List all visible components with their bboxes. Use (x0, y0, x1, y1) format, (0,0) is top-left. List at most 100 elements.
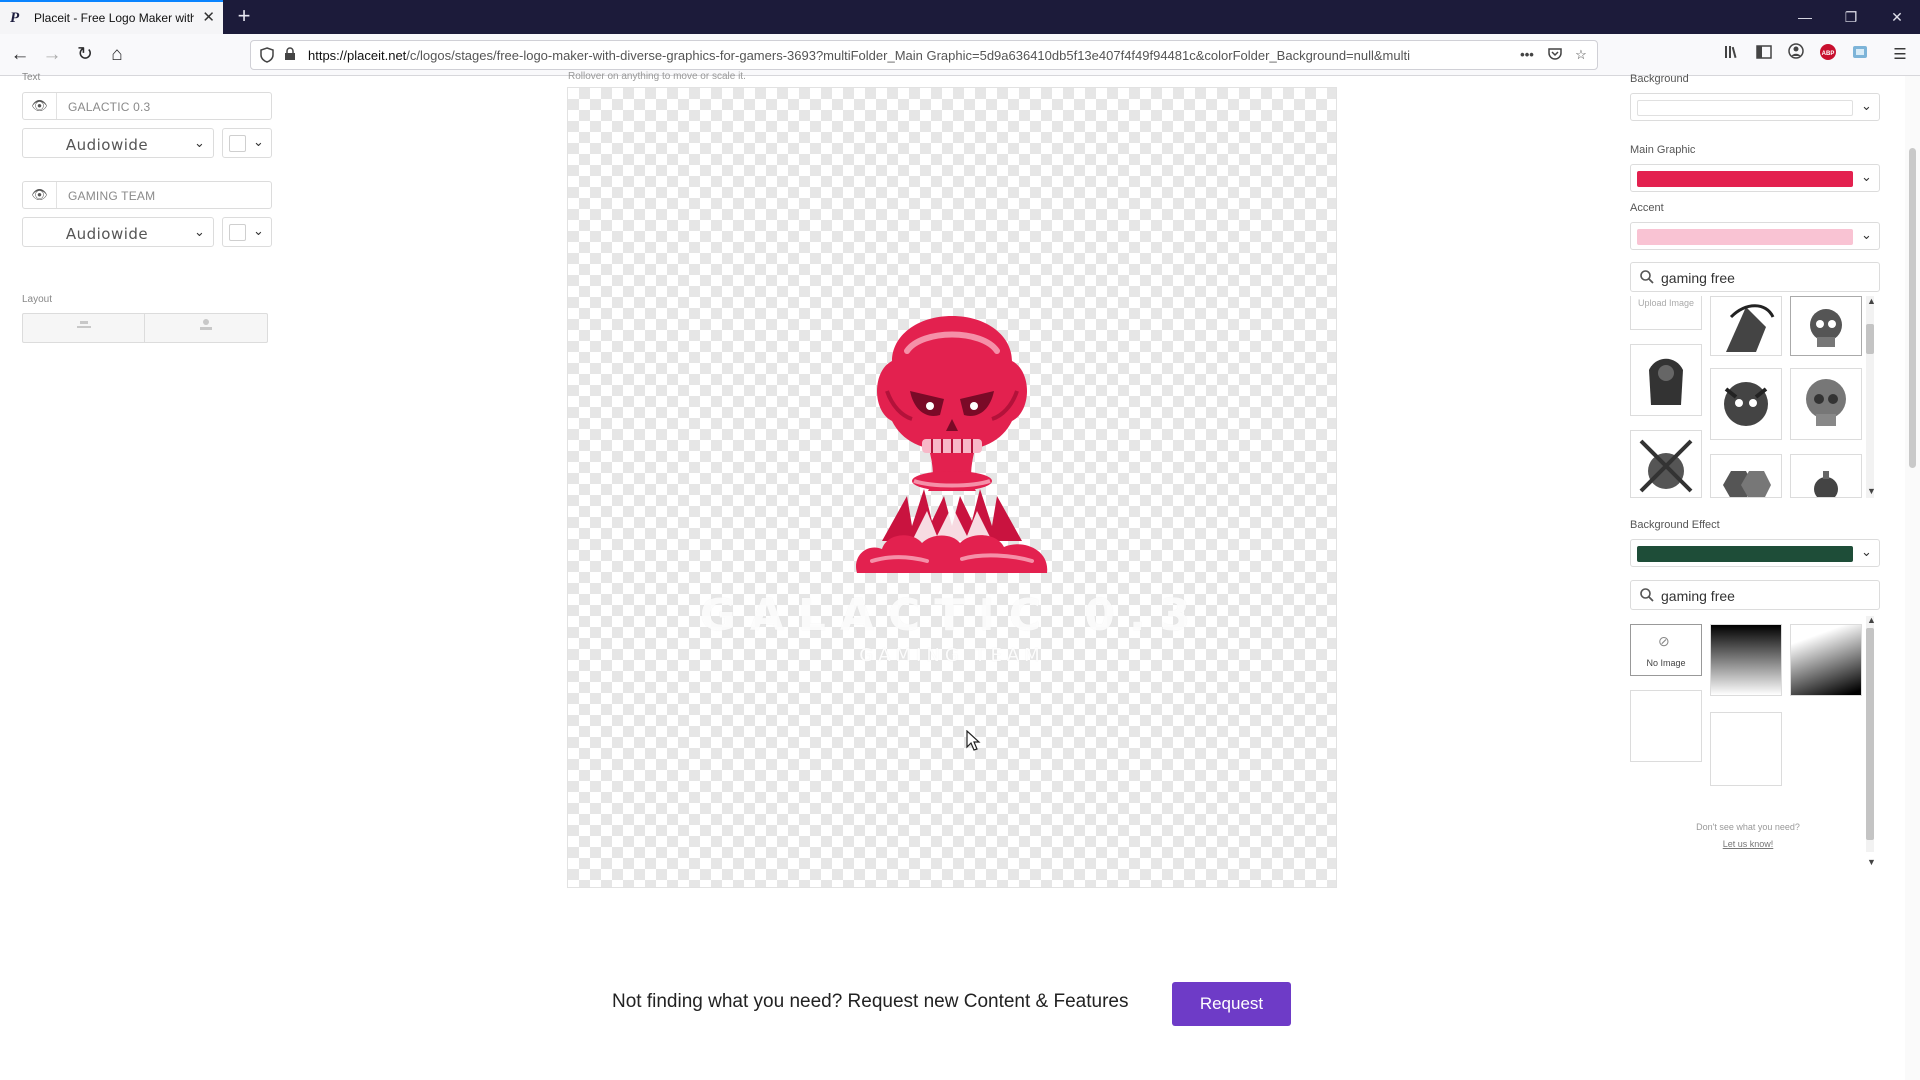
layout-option-stacked[interactable] (23, 314, 145, 342)
effects-scrollbar[interactable] (1866, 616, 1874, 852)
logo-subtitle-text[interactable]: GAMING TEAM (567, 645, 1337, 666)
extension-icon[interactable] (1848, 43, 1872, 67)
star-icon[interactable]: ☆ (1573, 47, 1589, 63)
url-bar[interactable]: https://placeit.net/c/logos/stages/free-… (250, 40, 1598, 70)
more-icon[interactable]: ••• (1519, 47, 1535, 63)
effects-search-input[interactable]: gaming free (1630, 580, 1880, 610)
browser-tab-bar: P Placeit - Free Logo Maker with ✕ + — ❐… (0, 0, 1920, 34)
library-icon[interactable] (1720, 43, 1744, 67)
font-select-galactic[interactable]: Audiowide ⌄ (22, 128, 214, 158)
page-scrollbar[interactable] (1905, 76, 1920, 1080)
minimize-icon[interactable]: — (1794, 6, 1816, 28)
graphic-thumb-bomb[interactable] (1790, 454, 1862, 498)
graphic-thumb-hex[interactable] (1710, 454, 1782, 498)
graphic-thumb-warrior[interactable] (1630, 344, 1702, 416)
logo-title-text[interactable]: GALACTIC 0.3 (567, 590, 1337, 641)
effects-search-value[interactable]: gaming free (1661, 588, 1735, 604)
chevron-down-icon: ⌄ (194, 224, 205, 239)
background-effect-color-bar (1637, 546, 1853, 562)
text-value[interactable]: GALACTIC 0.3 (68, 100, 150, 114)
graphics-scrollbar[interactable] (1866, 296, 1874, 498)
text-field-gaming-team[interactable]: 👁 GAMING TEAM (22, 181, 272, 209)
forward-icon[interactable]: → (40, 43, 64, 67)
scroll-up-icon[interactable]: ▲ (1867, 296, 1876, 306)
font-select-gaming-team[interactable]: Audiowide ⌄ (22, 217, 214, 247)
effect-thumb-black-fade[interactable] (1710, 624, 1782, 696)
accent-label: Accent (1630, 202, 1664, 214)
close-tab-icon[interactable]: ✕ (202, 10, 215, 26)
upload-image-tile[interactable]: Upload Image (1630, 296, 1702, 330)
chevron-down-icon: ⌄ (194, 135, 205, 150)
no-image-icon: ⊘ (1658, 633, 1670, 649)
text-value[interactable]: GAMING TEAM (68, 189, 155, 203)
home-icon[interactable]: ⌂ (105, 43, 129, 67)
graphics-search-value[interactable]: gaming free (1661, 270, 1735, 286)
restore-icon[interactable]: ❐ (1840, 6, 1862, 28)
let-us-know-link[interactable]: Let us know! (1628, 839, 1868, 849)
scroll-down-icon[interactable]: ▼ (1867, 857, 1876, 867)
help-text: Don't see what you need? (1696, 822, 1800, 832)
text-color-select-galactic[interactable]: ⌄ (222, 128, 272, 158)
text-color-select-gaming-team[interactable]: ⌄ (222, 217, 272, 247)
graphic-thumb-reaper[interactable] (1710, 296, 1782, 356)
search-icon (1640, 588, 1654, 602)
effect-thumb-corner-fade[interactable] (1790, 624, 1862, 696)
layout-icon-top-icon (200, 319, 212, 330)
skull-graphic-icon (1810, 309, 1842, 347)
effect-thumb-speckle[interactable] (1630, 690, 1702, 762)
url-text[interactable]: https://placeit.net/c/logos/stages/free-… (308, 48, 1503, 63)
graphics-scroll-thumb[interactable] (1866, 324, 1874, 354)
no-image-tile[interactable]: ⊘ No Image (1630, 624, 1702, 676)
graphics-search-input[interactable]: gaming free (1630, 262, 1880, 292)
scroll-down-icon[interactable]: ▼ (1867, 486, 1876, 496)
reload-icon[interactable]: ↻ (73, 43, 97, 67)
layout-options (22, 313, 268, 343)
layout-option-icon-top[interactable] (145, 314, 267, 342)
chevron-down-icon: ⌄ (253, 223, 264, 238)
canvas-hint: Rollover on anything to move or scale it… (568, 71, 746, 82)
bomb-graphic-icon (1814, 471, 1838, 497)
effect-thumb-dust[interactable] (1710, 712, 1782, 786)
back-icon[interactable]: ← (8, 43, 32, 67)
graphic-thumb-skull[interactable] (1790, 368, 1862, 440)
accent-color-select[interactable]: ⌄ (1630, 222, 1880, 250)
visibility-eye-icon[interactable]: 👁 (23, 182, 57, 208)
main-graphic-color-bar (1637, 171, 1853, 187)
effects-scroll-thumb[interactable] (1866, 628, 1874, 840)
pocket-icon[interactable] (1547, 47, 1563, 63)
background-effect-color-select[interactable]: ⌄ (1630, 539, 1880, 567)
browser-tab[interactable]: P Placeit - Free Logo Maker with ✕ (0, 0, 223, 34)
new-tab-icon[interactable]: + (232, 5, 256, 29)
graphic-thumb-demon-skull[interactable] (1710, 368, 1782, 440)
adblock-icon[interactable]: ABP (1816, 43, 1840, 67)
graphic-thumb-skull-crown[interactable] (1790, 296, 1862, 356)
warrior-graphic-icon (1649, 358, 1683, 405)
text-field-galactic[interactable]: 👁 GALACTIC 0.3 (22, 92, 272, 120)
upload-image-label: Upload Image (1637, 298, 1695, 308)
account-icon[interactable] (1784, 43, 1808, 67)
demon-skull-graphic-icon (1724, 382, 1768, 426)
scroll-up-icon[interactable]: ▲ (1867, 615, 1876, 625)
chevron-down-icon: ⌄ (1861, 544, 1872, 559)
sidebar-icon[interactable] (1752, 43, 1776, 67)
color-swatch (229, 224, 246, 241)
layout-label: Layout (22, 294, 53, 305)
main-graphic-color-select[interactable]: ⌄ (1630, 164, 1880, 192)
chevron-down-icon: ⌄ (1861, 169, 1872, 184)
close-window-icon[interactable]: ✕ (1886, 6, 1908, 28)
background-color-select[interactable]: ⌄ (1630, 93, 1880, 121)
page-scroll-thumb[interactable] (1909, 148, 1916, 468)
graphic-thumb-crossed-swords[interactable] (1630, 430, 1702, 498)
visibility-eye-icon[interactable]: 👁 (23, 93, 57, 119)
chevron-down-icon: ⌄ (1861, 98, 1872, 113)
text-section-label: Text (22, 72, 41, 83)
search-icon (1640, 270, 1654, 284)
menu-icon[interactable]: ☰ (1888, 43, 1912, 67)
placeit-favicon: P (10, 10, 20, 26)
mushroom-cloud-skull-graphic[interactable] (852, 311, 1052, 573)
shield-icon[interactable] (259, 47, 275, 63)
main-graphic-label: Main Graphic (1630, 144, 1696, 156)
chevron-down-icon: ⌄ (1861, 227, 1872, 242)
request-button[interactable]: Request (1172, 982, 1291, 1026)
lock-icon (282, 47, 298, 63)
